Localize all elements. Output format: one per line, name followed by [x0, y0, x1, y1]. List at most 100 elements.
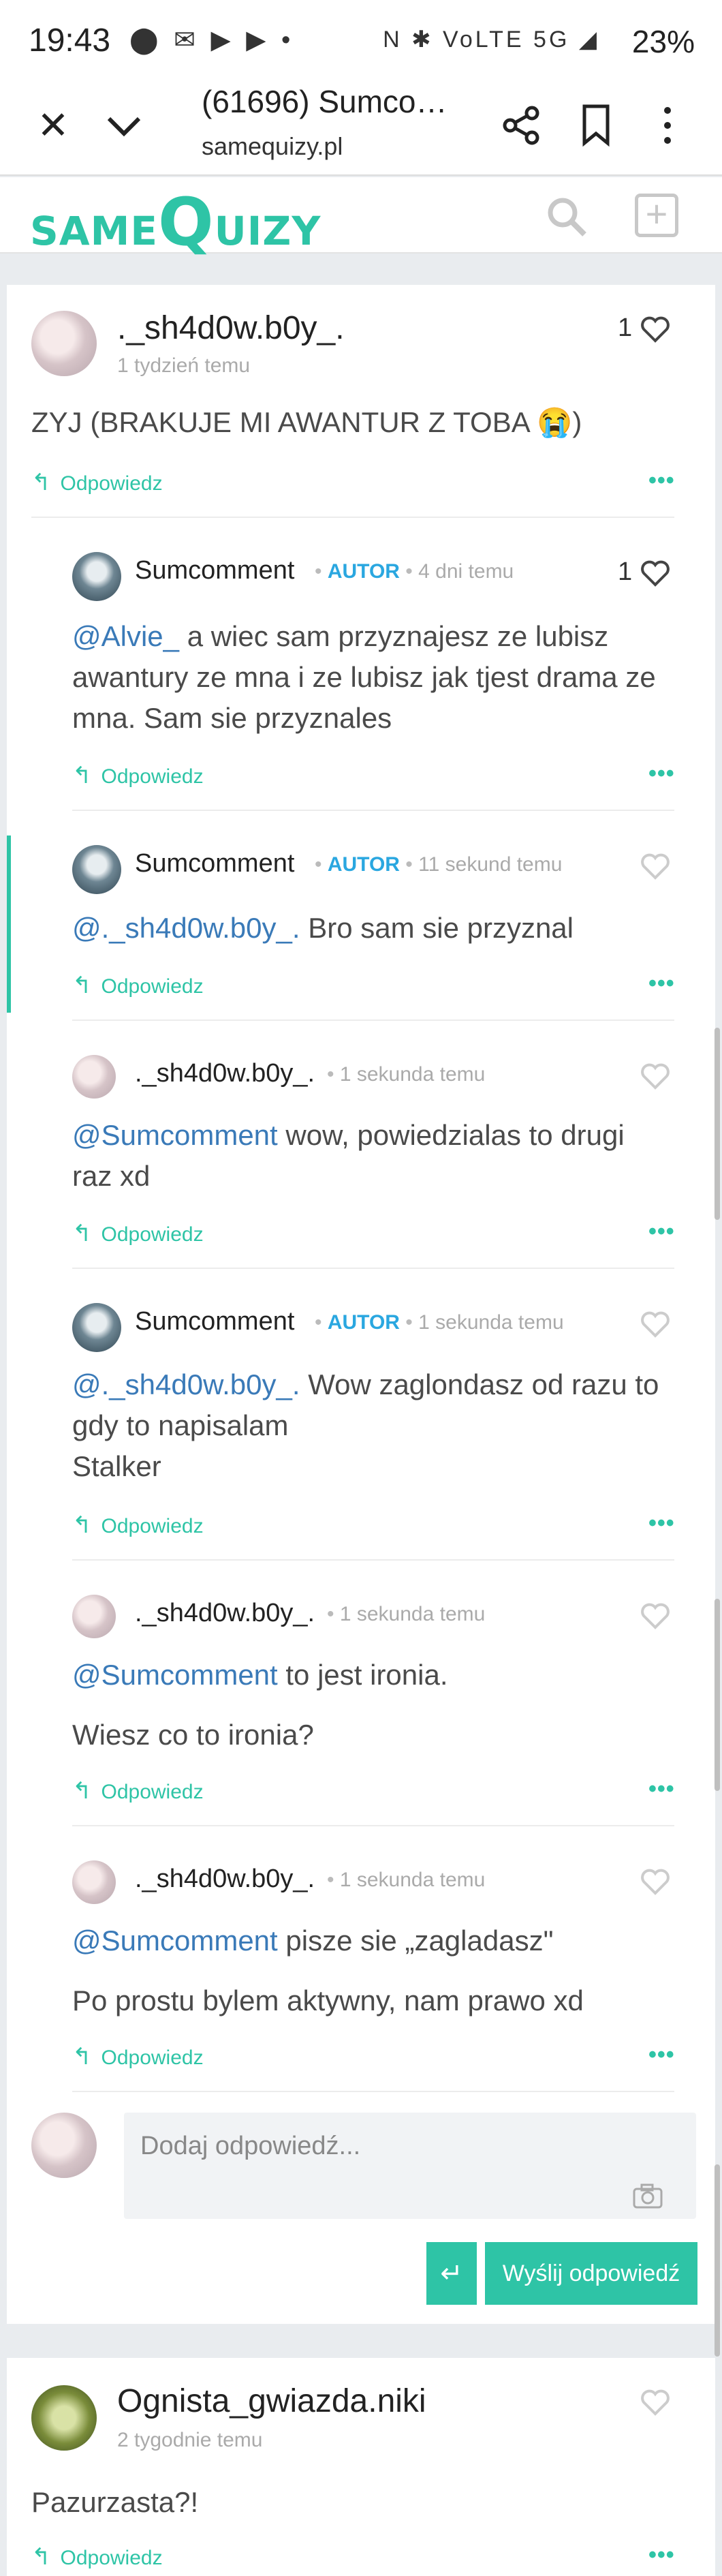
- reply-arrow-icon: ↰: [72, 1778, 92, 1804]
- comment-text: @Sumcomment wow, powiedzialas to drugi r…: [72, 1119, 625, 1192]
- comment-text: @Alvie_ a wiec sam przyznajesz ze lubisz…: [72, 620, 656, 734]
- site-logo[interactable]: SAMEQUIZY: [30, 184, 321, 260]
- divider: [31, 517, 674, 518]
- comment-time: 1 sekunda temu: [418, 1311, 564, 1334]
- heart-icon[interactable]: [640, 560, 670, 587]
- comment-meta: • AUTOR • 11 sekund temu: [315, 853, 563, 876]
- comment-text: Pazurzasta?!: [31, 2486, 199, 2518]
- comment-time: 1 sekunda temu: [339, 1603, 486, 1625]
- avatar[interactable]: [31, 2385, 97, 2451]
- comment-time: 1 tydzień temu: [117, 354, 251, 377]
- avatar[interactable]: [72, 1055, 116, 1099]
- avatar[interactable]: [72, 552, 121, 601]
- scrollbar-thumb[interactable]: [715, 1599, 720, 1791]
- more-options-icon[interactable]: •••: [648, 970, 675, 997]
- comment-time: 1 sekunda temu: [339, 1869, 486, 1891]
- more-options-icon[interactable]: •••: [648, 2542, 675, 2569]
- share-icon[interactable]: [501, 105, 542, 146]
- system-icons: N ✱ VoLTE 5G ◢: [383, 27, 599, 52]
- url-text[interactable]: samequizy.pl: [202, 132, 343, 161]
- mention-link[interactable]: @Alvie_: [72, 620, 179, 652]
- avatar[interactable]: [72, 1303, 121, 1352]
- battery-level: 23%: [631, 24, 695, 59]
- browser-toolbar: ✕ (61696) Sumco… samequizy.pl: [0, 80, 722, 176]
- heart-icon[interactable]: [640, 2389, 670, 2417]
- comment-meta: • 1 sekunda temu: [327, 1063, 486, 1086]
- mention-link[interactable]: @Sumcomment: [72, 1119, 278, 1151]
- reply-link[interactable]: ↰ Odpowiedz: [31, 469, 163, 496]
- camera-icon[interactable]: [632, 2182, 663, 2209]
- heart-icon[interactable]: [640, 1063, 670, 1090]
- reply-link[interactable]: ↰ Odpowiedz: [72, 762, 204, 789]
- comment-author[interactable]: ._sh4d0w.b0y_.: [135, 1865, 315, 1894]
- reply-input[interactable]: Dodaj odpowiedź...: [124, 2113, 696, 2219]
- heart-icon[interactable]: [640, 316, 670, 343]
- comment-author[interactable]: Sumcomment: [135, 849, 294, 878]
- close-icon[interactable]: ✕: [33, 105, 74, 146]
- chevron-down-icon[interactable]: [104, 105, 144, 146]
- mention-link[interactable]: @._sh4d0w.b0y_.: [72, 912, 300, 944]
- more-options-icon[interactable]: •••: [648, 2042, 675, 2068]
- reply-link[interactable]: ↰ Odpowiedz: [72, 1777, 204, 1805]
- comment-author[interactable]: ._sh4d0w.b0y_.: [135, 1599, 315, 1628]
- reply-arrow-icon: ↰: [72, 763, 92, 788]
- comment-text: @._sh4d0w.b0y_. Wow zaglondasz od razu t…: [72, 1368, 659, 1482]
- reply-link[interactable]: ↰ Odpowiedz: [72, 1512, 204, 1539]
- heart-icon[interactable]: [640, 853, 670, 880]
- add-quiz-icon[interactable]: +: [635, 194, 678, 237]
- tab-title: (61696) Sumco…: [202, 84, 448, 119]
- avatar[interactable]: [72, 845, 121, 894]
- mention-link[interactable]: @Sumcomment: [72, 1659, 278, 1691]
- avatar[interactable]: [72, 1595, 116, 1638]
- comment-author[interactable]: Sumcomment: [135, 556, 294, 585]
- more-options-icon[interactable]: •••: [648, 1218, 675, 1245]
- divider: [72, 810, 674, 811]
- author-badge: AUTOR: [327, 853, 400, 876]
- reply-link[interactable]: ↰ Odpowiedz: [72, 972, 204, 999]
- bookmark-icon[interactable]: [579, 104, 613, 147]
- more-options-icon[interactable]: •••: [648, 1510, 675, 1537]
- avatar[interactable]: [31, 311, 97, 376]
- reply-link[interactable]: ↰ Odpowiedz: [72, 1220, 204, 1247]
- comment-thread: ._sh4d0w.b0y_. 1 tydzień temu 1 ZYJ (BRA…: [7, 285, 715, 2324]
- heart-icon[interactable]: [640, 1603, 670, 1630]
- like-count: 1: [618, 313, 633, 342]
- avatar[interactable]: [72, 1860, 116, 1904]
- comment-text: @Sumcomment to jest ironia.: [72, 1659, 448, 1691]
- more-options-icon[interactable]: •••: [648, 761, 675, 787]
- search-icon[interactable]: [545, 195, 588, 239]
- author-badge: AUTOR: [327, 1311, 400, 1334]
- comment-card: Ognista_gwiazda.niki 2 tygodnie temu Paz…: [7, 2358, 715, 2576]
- send-reply-button[interactable]: Wyślij odpowiedź: [485, 2242, 697, 2305]
- reply-arrow-icon: ↰: [72, 1221, 92, 1246]
- reply-arrow-icon: ↰: [31, 2544, 51, 2570]
- comment-meta: • 1 sekunda temu: [327, 1603, 486, 1625]
- divider: [72, 1825, 674, 1826]
- enter-button[interactable]: ↵: [426, 2242, 477, 2305]
- more-options-icon[interactable]: •••: [648, 1776, 675, 1803]
- like-count: 1: [618, 557, 633, 586]
- comment-author[interactable]: Sumcomment: [135, 1307, 294, 1336]
- comment-time: 1 sekunda temu: [339, 1063, 486, 1086]
- scrollbar-thumb[interactable]: [715, 1028, 720, 1220]
- divider: [72, 1019, 674, 1021]
- more-options-icon[interactable]: •••: [648, 467, 675, 494]
- comment-meta: • 1 sekunda temu: [327, 1869, 486, 1891]
- comment-meta: • AUTOR • 4 dni temu: [315, 560, 514, 583]
- comment-text: ZYJ (BRAKUJE MI AWANTUR Z TOBA 😭): [31, 406, 582, 438]
- scrollbar-thumb[interactable]: [715, 2164, 720, 2357]
- mention-link[interactable]: @._sh4d0w.b0y_.: [72, 1368, 300, 1400]
- comment-author[interactable]: ._sh4d0w.b0y_.: [135, 1059, 315, 1088]
- comment-time: 2 tygodnie temu: [117, 2429, 263, 2451]
- comment-author[interactable]: ._sh4d0w.b0y_.: [117, 309, 345, 347]
- author-badge: AUTOR: [327, 560, 400, 583]
- more-vert-icon[interactable]: [654, 104, 681, 147]
- divider: [72, 1268, 674, 1269]
- reply-link[interactable]: ↰ Odpowiedz: [72, 2043, 204, 2070]
- heart-icon[interactable]: [640, 1311, 670, 1338]
- comment-author[interactable]: Ognista_gwiazda.niki: [117, 2382, 426, 2420]
- reply-arrow-icon: ↰: [72, 2044, 92, 2070]
- mention-link[interactable]: @Sumcomment: [72, 1925, 278, 1957]
- heart-icon[interactable]: [640, 1869, 670, 1896]
- reply-link[interactable]: ↰ Odpowiedz: [31, 2543, 163, 2571]
